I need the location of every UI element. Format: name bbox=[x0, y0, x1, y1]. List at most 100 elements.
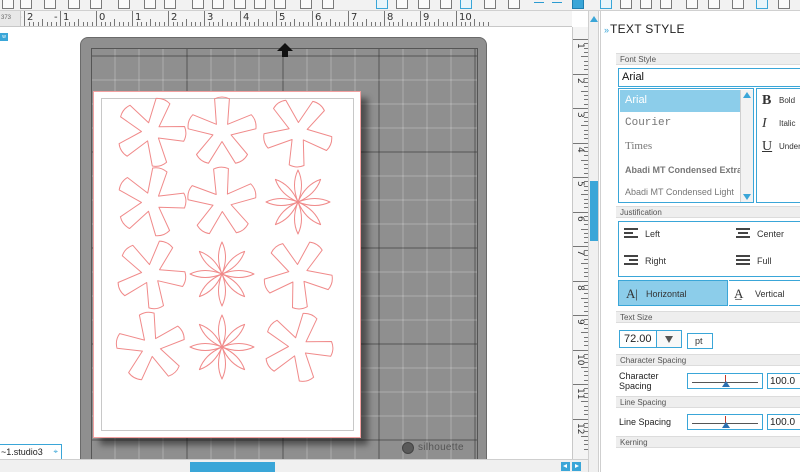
vertical-scroll-thumb[interactable] bbox=[590, 181, 598, 241]
ruler-tick bbox=[199, 22, 201, 26]
design-canvas[interactable]: silhouette bbox=[0, 27, 572, 459]
justify-right-button[interactable]: Right bbox=[619, 249, 719, 275]
edit-points-icon[interactable] bbox=[20, 0, 32, 9]
scroll-up-icon[interactable] bbox=[590, 16, 598, 22]
line-tool-icon[interactable] bbox=[396, 0, 408, 9]
cut-icon[interactable] bbox=[44, 0, 56, 9]
pointer-icon[interactable] bbox=[2, 0, 14, 9]
ruler-tick bbox=[312, 11, 313, 26]
character-spacing-label: Character Spacing bbox=[619, 371, 659, 391]
font-item-courier[interactable]: Courier bbox=[620, 113, 740, 135]
replicate-panel-icon[interactable] bbox=[640, 0, 652, 9]
ruler-tick bbox=[442, 22, 444, 26]
trace-panel-icon[interactable] bbox=[732, 0, 744, 9]
ruler-tick bbox=[573, 280, 588, 282]
character-spacing-knob[interactable] bbox=[722, 375, 730, 387]
ruler-tick bbox=[258, 19, 259, 26]
font-item-times[interactable]: Times bbox=[620, 136, 740, 158]
align-center-icon bbox=[736, 228, 750, 242]
ruler-tick bbox=[186, 19, 187, 26]
ruler-tick bbox=[217, 22, 219, 26]
horizontal-scroll-thumb[interactable] bbox=[190, 462, 275, 472]
copy-icon[interactable] bbox=[68, 0, 80, 9]
horizontal-scrollbar[interactable] bbox=[0, 459, 588, 472]
pan-icon[interactable] bbox=[300, 0, 312, 9]
vertical-scrollbar[interactable] bbox=[588, 11, 599, 472]
font-name-input[interactable]: Arial bbox=[618, 68, 800, 87]
ruler-tick bbox=[456, 11, 457, 26]
ruler-tick bbox=[24, 11, 25, 26]
orientation-horizontal-button[interactable]: A| Horizontal bbox=[618, 280, 728, 306]
scroll-right-icon[interactable] bbox=[572, 462, 581, 471]
paper-sheet[interactable] bbox=[93, 91, 361, 438]
scroll-left-icon[interactable] bbox=[561, 462, 570, 471]
text-size-dropdown[interactable] bbox=[657, 330, 682, 348]
ruler-tick bbox=[581, 366, 588, 368]
font-list-down-icon[interactable] bbox=[743, 194, 751, 200]
line-spacing-slider[interactable] bbox=[687, 414, 763, 430]
font-list-up-icon[interactable] bbox=[743, 92, 751, 98]
ruler-tick bbox=[334, 22, 336, 26]
italic-toggle[interactable]: I Italic bbox=[762, 116, 800, 136]
text-size-unit-button[interactable]: pt bbox=[687, 333, 713, 349]
font-item-abadi-light[interactable]: Abadi MT Condensed Light bbox=[620, 181, 740, 203]
document-tab[interactable]: ~1.studio3 ⌖ bbox=[0, 444, 62, 459]
ruler-tick bbox=[325, 22, 327, 26]
ellipse-tool-icon[interactable] bbox=[440, 0, 452, 9]
canvas-mini-tab[interactable]: w bbox=[0, 33, 8, 41]
heart-icon[interactable] bbox=[254, 0, 266, 9]
hand-icon[interactable] bbox=[322, 0, 334, 9]
justify-left-button[interactable]: Left bbox=[619, 222, 719, 248]
panel-collapse-icon[interactable]: » bbox=[604, 25, 609, 35]
modify-panel-icon[interactable] bbox=[686, 0, 698, 9]
line-spacing-knob[interactable] bbox=[722, 416, 730, 428]
ruler-tick bbox=[190, 22, 192, 26]
justify-full-button[interactable]: Full bbox=[731, 249, 800, 275]
paste-icon[interactable] bbox=[90, 0, 102, 9]
ruler-tick bbox=[132, 11, 133, 26]
chevron-down-icon bbox=[665, 336, 673, 343]
magnify-icon[interactable] bbox=[274, 0, 286, 9]
flower-shape bbox=[117, 240, 187, 310]
ruler-tick bbox=[343, 22, 345, 26]
font-item-abadi-extra[interactable]: Abadi MT Condensed Extra bbox=[620, 159, 740, 181]
flower-shape bbox=[265, 312, 334, 382]
ruler-tick bbox=[42, 19, 43, 26]
ruler-tick bbox=[379, 22, 381, 26]
underline-toggle[interactable]: U Under bbox=[762, 139, 800, 159]
character-spacing-input[interactable]: 100.0 bbox=[767, 373, 800, 389]
redo-icon[interactable] bbox=[164, 0, 176, 9]
orientation-vertical-button[interactable]: A̲ Vertical bbox=[729, 280, 800, 306]
zoom-in-icon[interactable] bbox=[192, 0, 204, 9]
font-list-scrollbar[interactable] bbox=[740, 90, 753, 202]
line-spacing-input[interactable]: 100.0 bbox=[767, 414, 800, 430]
freehand-tool-icon[interactable] bbox=[508, 0, 520, 9]
text-size-input[interactable]: 72.00 bbox=[619, 330, 657, 348]
character-spacing-slider[interactable] bbox=[687, 373, 763, 389]
curve-tool-icon[interactable] bbox=[484, 0, 496, 9]
align-panel-icon[interactable] bbox=[620, 0, 632, 9]
offset-panel-icon[interactable] bbox=[708, 0, 720, 9]
fill-style-icon[interactable] bbox=[552, 2, 562, 3]
font-list[interactable]: Arial Courier Times Abadi MT Condensed E… bbox=[618, 88, 754, 203]
transform-panel-icon[interactable] bbox=[660, 0, 672, 9]
polygon-tool-icon[interactable] bbox=[460, 0, 472, 9]
zoom-out-icon[interactable] bbox=[212, 0, 224, 9]
undo-icon[interactable] bbox=[144, 0, 156, 9]
bold-toggle[interactable]: B Bold bbox=[762, 93, 800, 113]
ruler-tick bbox=[352, 22, 354, 26]
ruler-tick bbox=[581, 297, 588, 299]
select-tool-icon[interactable] bbox=[376, 0, 388, 9]
send-to-cutter-icon[interactable] bbox=[778, 0, 790, 9]
delete-icon[interactable] bbox=[118, 0, 130, 9]
pin-icon[interactable]: ⌖ bbox=[53, 447, 58, 457]
line-style-icon[interactable] bbox=[534, 2, 544, 3]
cut-settings-icon[interactable] bbox=[756, 0, 768, 9]
ruler-tick bbox=[73, 22, 75, 26]
justify-center-button[interactable]: Center bbox=[731, 222, 800, 248]
rectangle-tool-icon[interactable] bbox=[418, 0, 430, 9]
font-item-arial[interactable]: Arial bbox=[620, 90, 740, 112]
zoom-fit-icon[interactable] bbox=[234, 0, 246, 9]
text-tool-icon[interactable] bbox=[572, 0, 584, 9]
text-style-panel-icon[interactable] bbox=[600, 0, 612, 9]
